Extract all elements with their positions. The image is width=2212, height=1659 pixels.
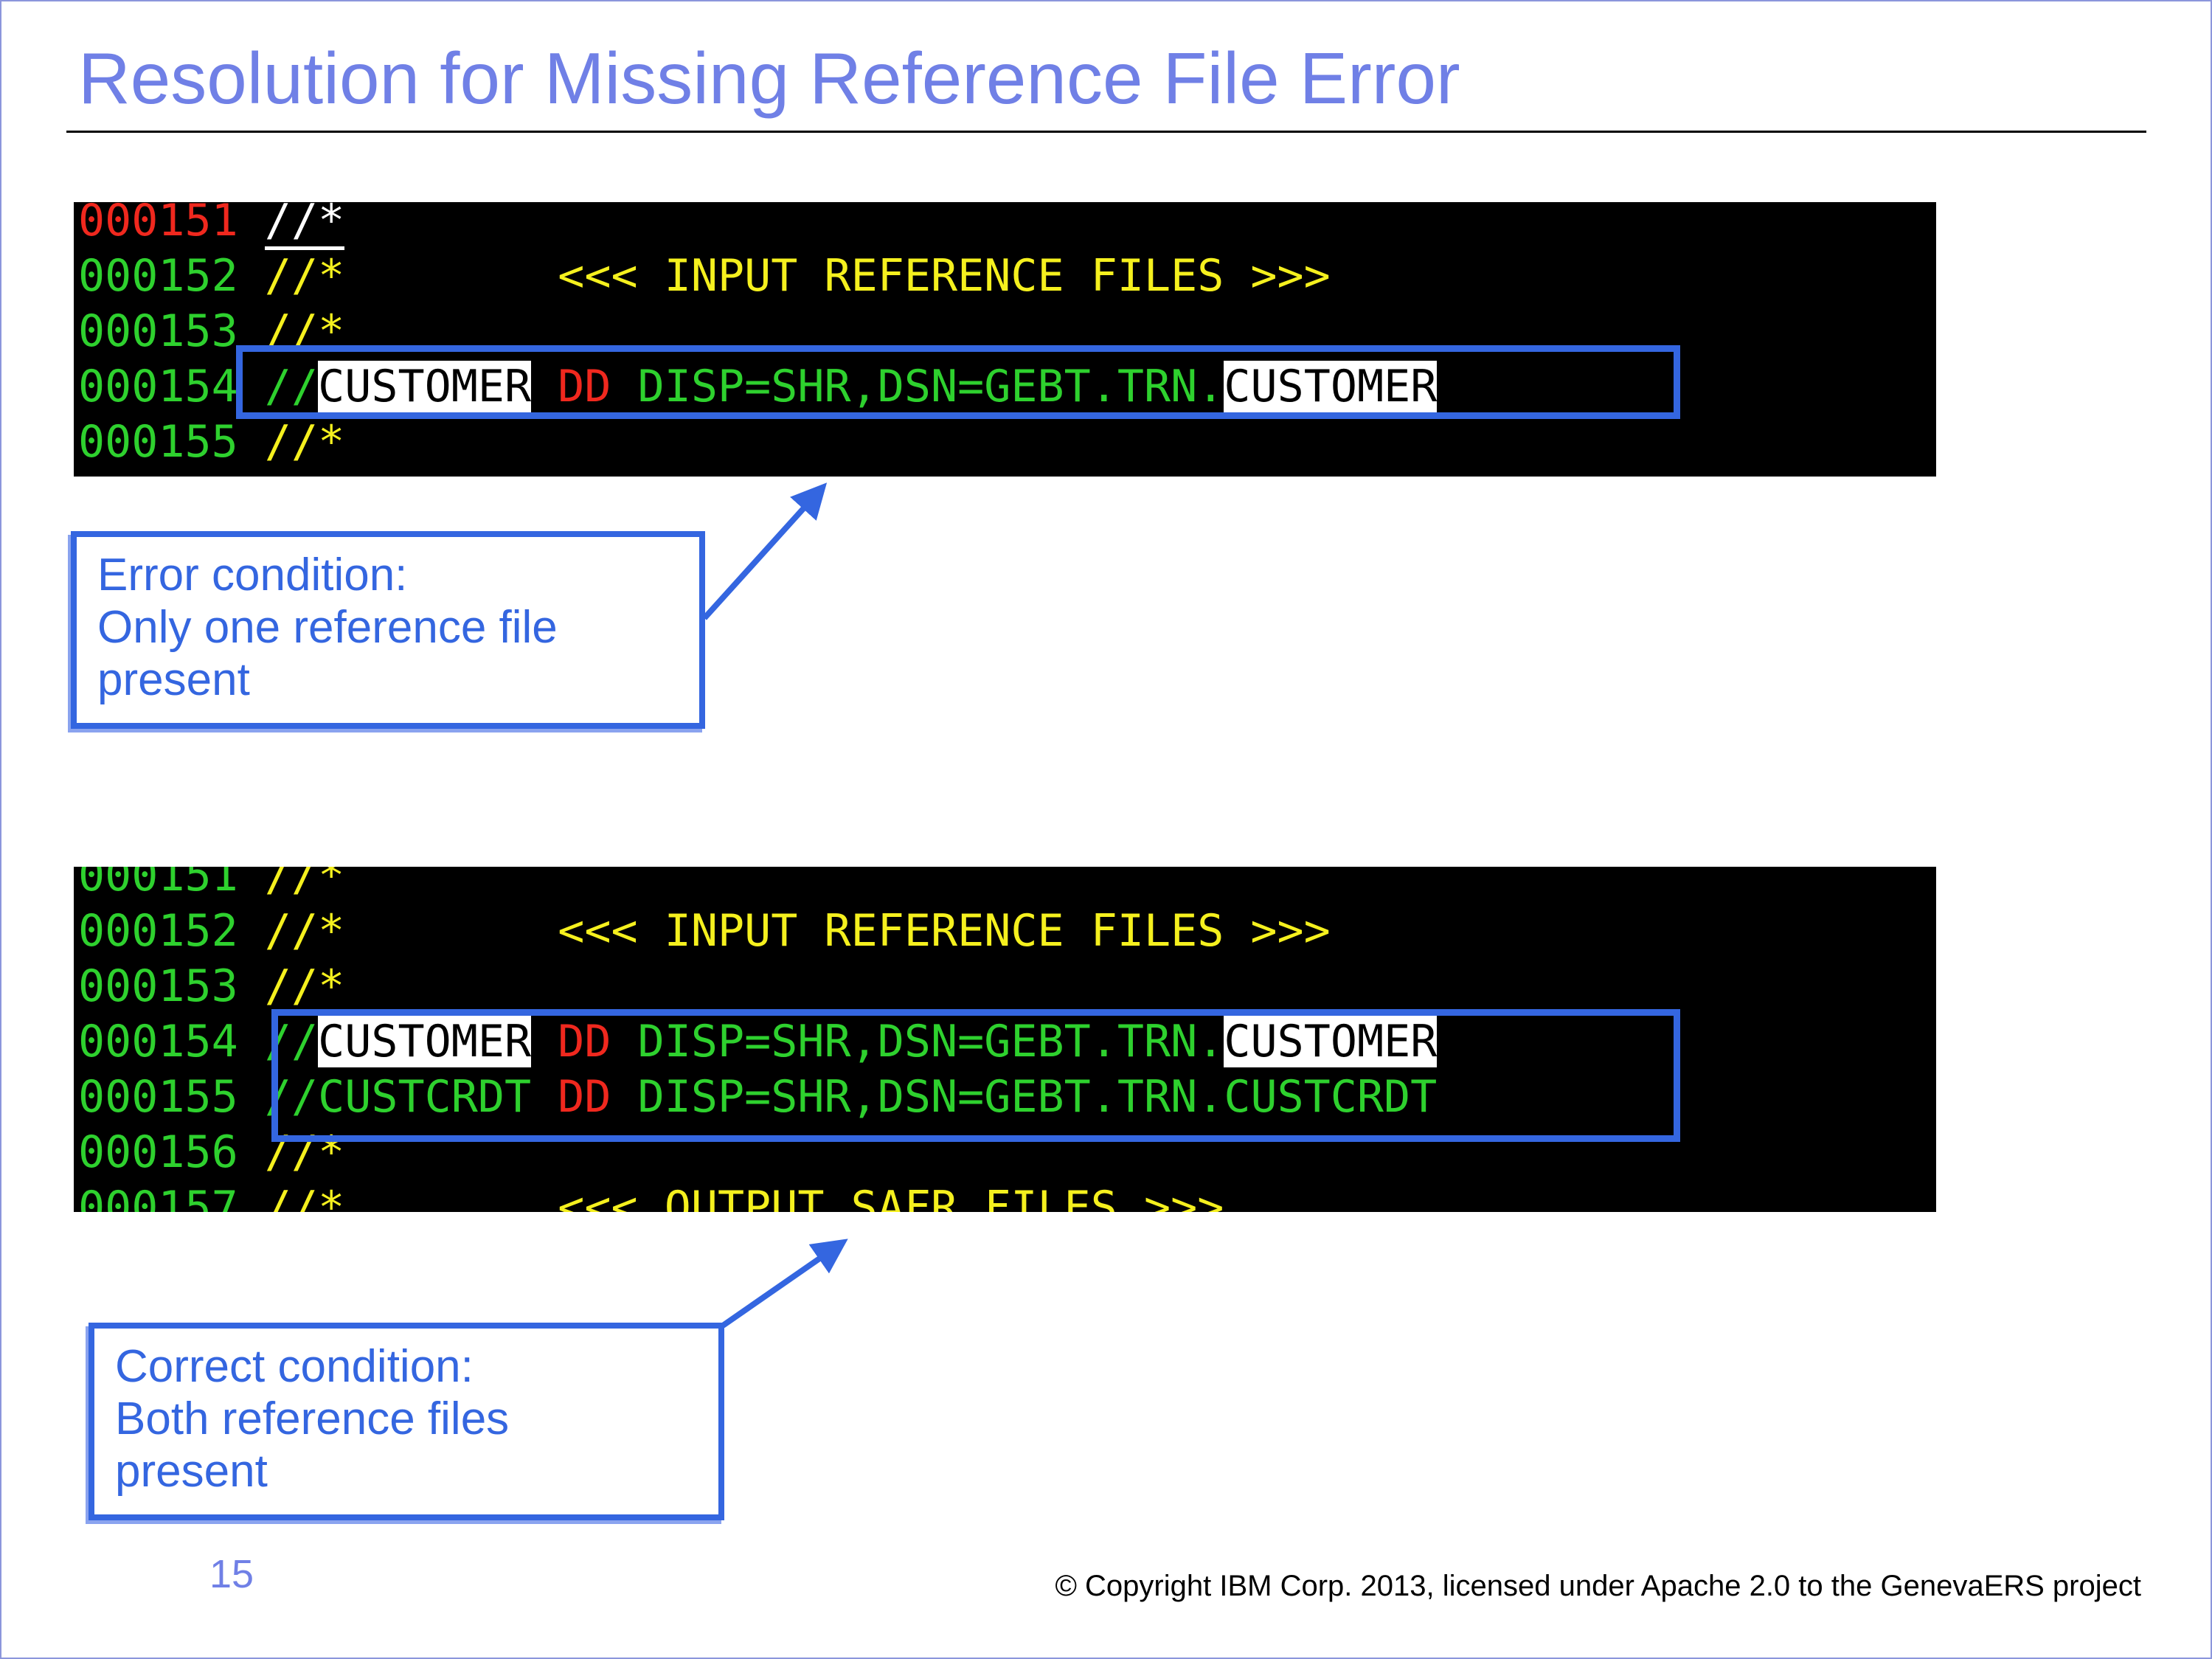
error-callout: Error condition: Only one reference file… bbox=[71, 531, 705, 729]
page-number: 15 bbox=[209, 1552, 254, 1596]
correct-arrow bbox=[721, 1239, 848, 1329]
callout-text: present bbox=[115, 1446, 268, 1497]
callout-heading: Error condition: bbox=[97, 550, 408, 600]
callout-heading: Correct condition: bbox=[115, 1341, 474, 1392]
error-arrow bbox=[702, 482, 828, 620]
copyright-notice: © Copyright IBM Corp. 2013, licensed und… bbox=[1055, 1570, 2141, 1602]
correct-callout: Correct condition: Both reference files … bbox=[89, 1323, 724, 1520]
callout-text: present bbox=[97, 654, 250, 705]
callout-text: Only one reference file bbox=[97, 602, 558, 653]
callout-text: Both reference files bbox=[115, 1393, 510, 1444]
